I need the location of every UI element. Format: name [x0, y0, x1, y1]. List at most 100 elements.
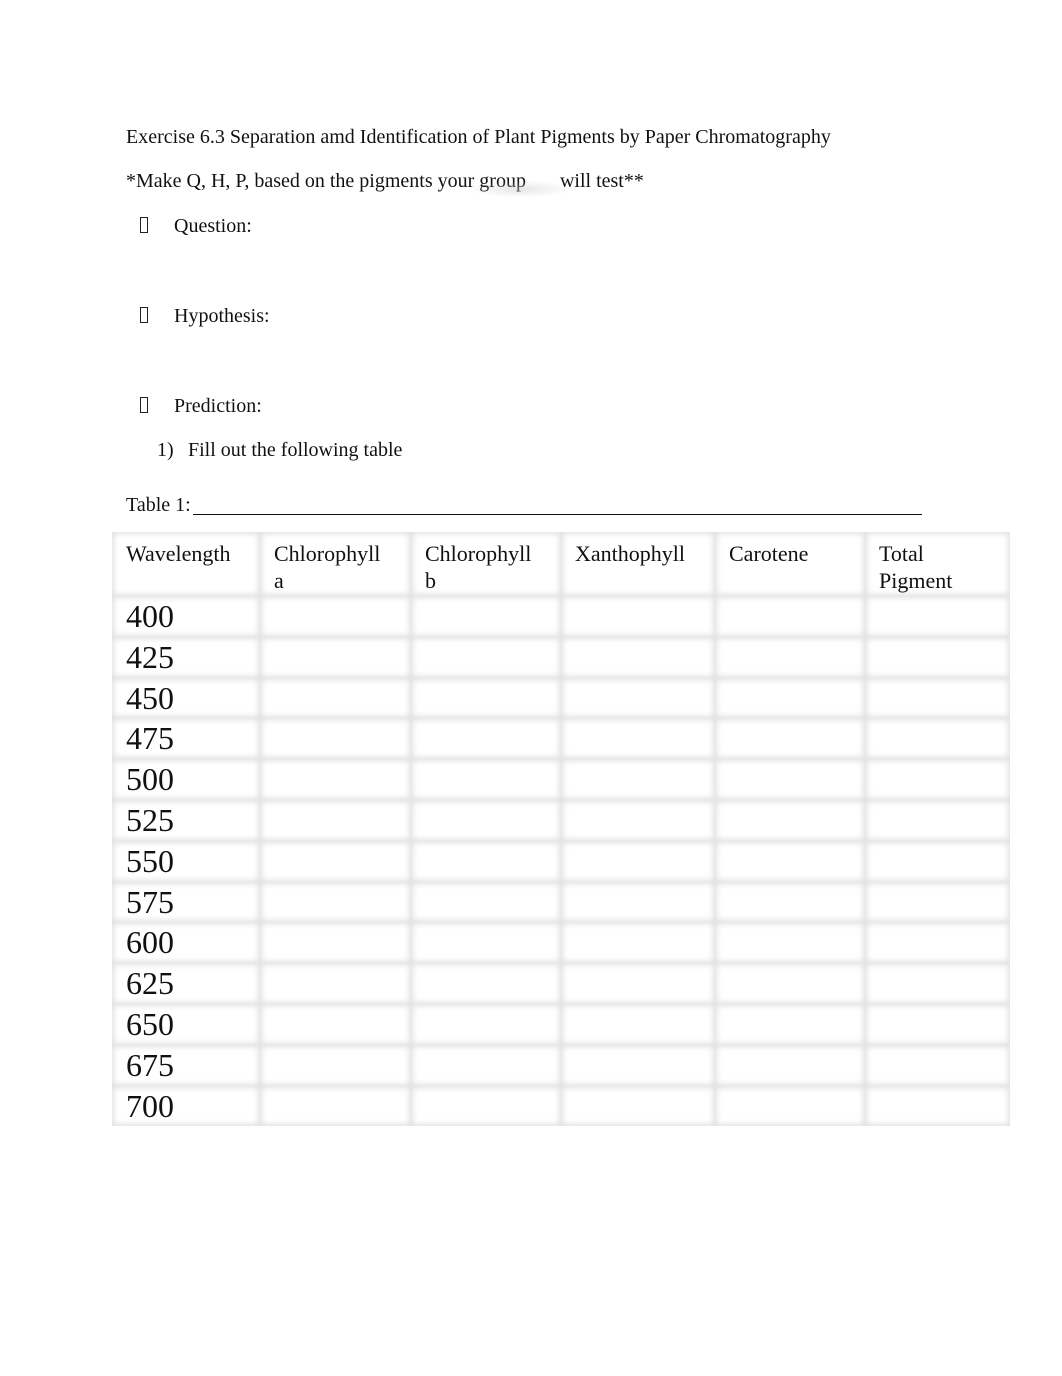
- cell-total-pigment[interactable]: [865, 1086, 1010, 1127]
- cell-carotene[interactable]: [715, 759, 865, 800]
- cell-total-pigment[interactable]: [865, 1004, 1010, 1045]
- cell-wavelength: 475: [112, 718, 260, 759]
- bullet-question: Question:: [140, 214, 252, 238]
- cell-chlorophyll-a[interactable]: [260, 718, 411, 759]
- cell-carotene[interactable]: [715, 841, 865, 882]
- cell-xanthophyll[interactable]: [561, 637, 715, 678]
- cell-chlorophyll-b[interactable]: [411, 637, 561, 678]
- cell-chlorophyll-a[interactable]: [260, 841, 411, 882]
- cell-total-pigment[interactable]: [865, 841, 1010, 882]
- cell-chlorophyll-a[interactable]: [260, 759, 411, 800]
- cell-chlorophyll-a[interactable]: [260, 882, 411, 923]
- table-row: 400: [112, 596, 1010, 637]
- bullet-label: Prediction:: [174, 395, 262, 417]
- header-total-pigment: Total Pigment: [865, 532, 1010, 596]
- cell-chlorophyll-b[interactable]: [411, 678, 561, 719]
- table-row: 650: [112, 1004, 1010, 1045]
- step-text: Fill out the following table: [188, 439, 403, 461]
- cell-carotene[interactable]: [715, 1004, 865, 1045]
- cell-chlorophyll-a[interactable]: [260, 596, 411, 637]
- cell-carotene[interactable]: [715, 678, 865, 719]
- cell-chlorophyll-a[interactable]: [260, 1004, 411, 1045]
- cell-chlorophyll-a[interactable]: [260, 922, 411, 963]
- cell-wavelength: 575: [112, 882, 260, 923]
- header-carotene: Carotene: [715, 532, 865, 596]
- missing-glyph-bullet-icon: [140, 397, 148, 413]
- cell-xanthophyll[interactable]: [561, 596, 715, 637]
- cell-carotene[interactable]: [715, 637, 865, 678]
- cell-chlorophyll-b[interactable]: [411, 718, 561, 759]
- cell-chlorophyll-b[interactable]: [411, 922, 561, 963]
- cell-wavelength: 625: [112, 963, 260, 1004]
- cell-carotene[interactable]: [715, 963, 865, 1004]
- cell-xanthophyll[interactable]: [561, 1004, 715, 1045]
- cell-xanthophyll[interactable]: [561, 759, 715, 800]
- cell-total-pigment[interactable]: [865, 800, 1010, 841]
- cell-xanthophyll[interactable]: [561, 678, 715, 719]
- cell-chlorophyll-b[interactable]: [411, 800, 561, 841]
- cell-total-pigment[interactable]: [865, 963, 1010, 1004]
- cell-xanthophyll[interactable]: [561, 963, 715, 1004]
- cell-wavelength: 600: [112, 922, 260, 963]
- step-number: 1): [157, 439, 174, 461]
- numbered-step: 1) Fill out the following table: [157, 438, 402, 462]
- cell-wavelength: 500: [112, 759, 260, 800]
- table-row: 550: [112, 841, 1010, 882]
- cell-xanthophyll[interactable]: [561, 882, 715, 923]
- header-text: Carotene: [729, 541, 809, 566]
- cell-wavelength: 675: [112, 1045, 260, 1086]
- cell-total-pigment[interactable]: [865, 637, 1010, 678]
- cell-chlorophyll-b[interactable]: [411, 1045, 561, 1086]
- cell-chlorophyll-a[interactable]: [260, 1045, 411, 1086]
- cell-xanthophyll[interactable]: [561, 1045, 715, 1086]
- cell-xanthophyll[interactable]: [561, 922, 715, 963]
- header-text: Chlorophyll: [274, 541, 381, 566]
- cell-xanthophyll[interactable]: [561, 718, 715, 759]
- cell-wavelength: 550: [112, 841, 260, 882]
- table-caption: Table 1:: [126, 494, 191, 516]
- cell-xanthophyll[interactable]: [561, 800, 715, 841]
- table-row: 425: [112, 637, 1010, 678]
- header-text: Chlorophyll: [425, 541, 532, 566]
- cell-total-pigment[interactable]: [865, 678, 1010, 719]
- cell-chlorophyll-a[interactable]: [260, 963, 411, 1004]
- table-row: 525: [112, 800, 1010, 841]
- table-row: 575: [112, 882, 1010, 923]
- cell-carotene[interactable]: [715, 596, 865, 637]
- cell-chlorophyll-a[interactable]: [260, 678, 411, 719]
- cell-chlorophyll-b[interactable]: [411, 596, 561, 637]
- table-row: 675: [112, 1045, 1010, 1086]
- header-chlorophyll-a: Chlorophyll a: [260, 532, 411, 596]
- cell-carotene[interactable]: [715, 718, 865, 759]
- cell-total-pigment[interactable]: [865, 759, 1010, 800]
- cell-chlorophyll-a[interactable]: [260, 637, 411, 678]
- cell-carotene[interactable]: [715, 1086, 865, 1127]
- cell-chlorophyll-b[interactable]: [411, 882, 561, 923]
- cell-carotene[interactable]: [715, 922, 865, 963]
- cell-wavelength: 650: [112, 1004, 260, 1045]
- cell-total-pigment[interactable]: [865, 596, 1010, 637]
- cell-xanthophyll[interactable]: [561, 841, 715, 882]
- cell-chlorophyll-a[interactable]: [260, 1086, 411, 1127]
- header-xanthophyll: Xanthophyll: [561, 532, 715, 596]
- pigment-table: Wavelength Chlorophyll a Chlorophyll b Xan…: [112, 532, 1010, 1126]
- cell-carotene[interactable]: [715, 800, 865, 841]
- pigment-table-container: Wavelength Chlorophyll a Chlorophyll b Xan…: [112, 532, 1010, 1132]
- cell-total-pigment[interactable]: [865, 718, 1010, 759]
- cell-chlorophyll-b[interactable]: [411, 963, 561, 1004]
- table-row: 700: [112, 1086, 1010, 1127]
- cell-carotene[interactable]: [715, 882, 865, 923]
- cell-carotene[interactable]: [715, 1045, 865, 1086]
- table-row: 475: [112, 718, 1010, 759]
- cell-chlorophyll-b[interactable]: [411, 841, 561, 882]
- cell-total-pigment[interactable]: [865, 882, 1010, 923]
- cell-chlorophyll-b[interactable]: [411, 1004, 561, 1045]
- bullet-prediction: Prediction:: [140, 394, 262, 418]
- cell-chlorophyll-b[interactable]: [411, 1086, 561, 1127]
- cell-chlorophyll-a[interactable]: [260, 800, 411, 841]
- cell-chlorophyll-b[interactable]: [411, 759, 561, 800]
- cell-total-pigment[interactable]: [865, 922, 1010, 963]
- cell-total-pigment[interactable]: [865, 1045, 1010, 1086]
- cell-xanthophyll[interactable]: [561, 1086, 715, 1127]
- cell-wavelength: 400: [112, 596, 260, 637]
